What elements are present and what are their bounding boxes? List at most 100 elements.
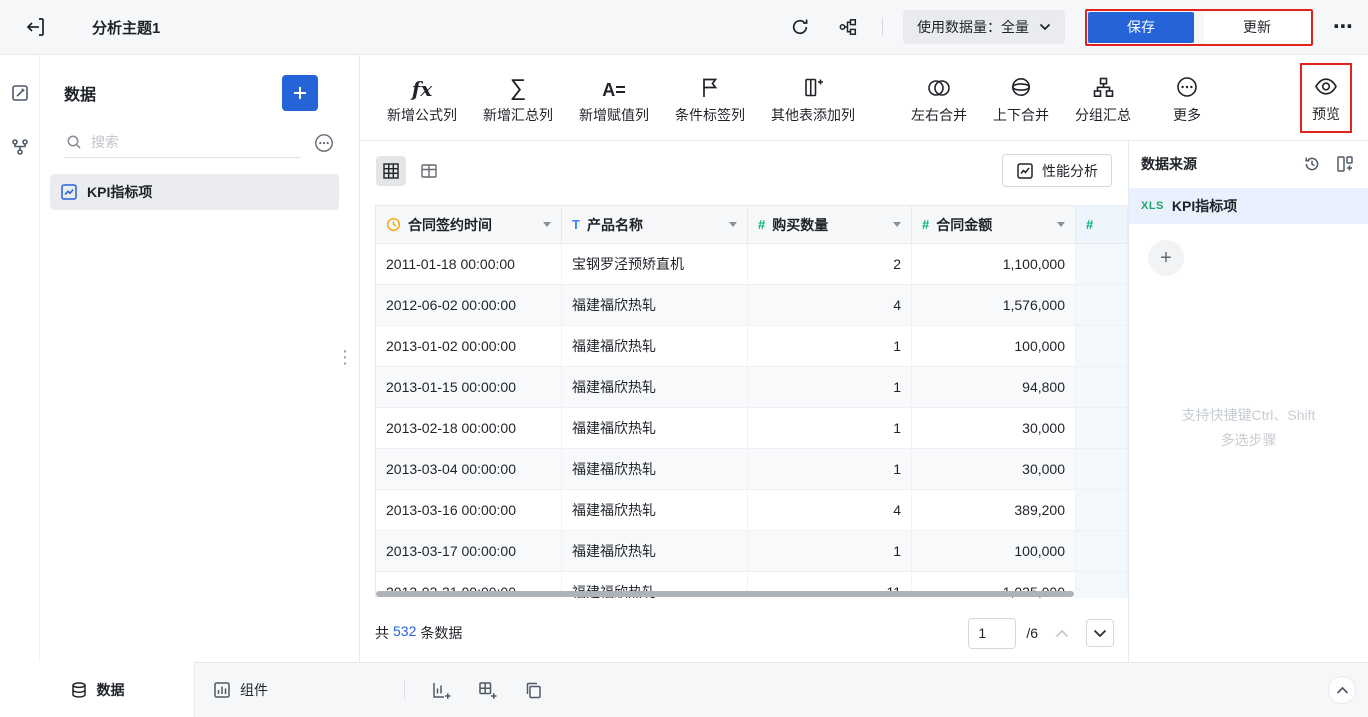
tool-add-assign-column[interactable]: A= 新增赋值列 [566,71,662,125]
search-input[interactable] [91,134,299,150]
sidebar-search-row [64,127,335,158]
number-type-icon: # [1086,217,1094,232]
cell-quantity: 4 [748,490,912,530]
data-volume-label: 使用数据量：全量 [917,19,1029,35]
column-header-amount[interactable]: # 合同金额 [912,206,1076,243]
data-volume-dropdown[interactable]: 使用数据量：全量 [903,10,1065,44]
data-table: 合同签约时间 T 产品名称 # 购买数量 # 合同金额 # 2011-01-18… [375,205,1128,598]
table-row[interactable]: 2013-01-02 00:00:00 福建福欣热轧 1 100,000 [376,326,1128,367]
cell-quantity: 2 [748,244,912,284]
column-label: 产品名称 [586,216,643,233]
column-label: 购买数量 [772,216,829,233]
flag-icon [703,78,718,97]
column-header-partial[interactable]: # [1076,206,1128,243]
table-row[interactable]: 2013-03-16 00:00:00 福建福欣热轧 4 389,200 [376,490,1128,531]
cell-product-name: 福建福欣热轧 [562,531,748,571]
add-chart-icon[interactable] [431,680,452,701]
header-more-icon[interactable]: ⋯ [1333,17,1354,37]
search-more-icon[interactable] [313,132,335,154]
cell-partial [1076,449,1128,489]
cell-quantity: 1 [748,449,912,489]
add-widget-icon[interactable] [477,680,498,701]
tool-preview[interactable]: 预览 [1308,70,1344,124]
tab-data-label: 数据 [96,681,125,698]
annotation-box-save-update: 保存 更新 [1085,8,1313,46]
tab-component-label: 组件 [240,682,268,698]
collapse-panel-button[interactable] [1328,676,1356,704]
sidebar-title: 数据 [64,87,97,104]
chevron-down-icon[interactable] [543,222,551,227]
card-view-button[interactable] [414,156,444,186]
tool-more[interactable]: 更多 [1160,71,1214,125]
tab-component[interactable]: 组件 [195,663,302,717]
view-toggle [376,155,444,186]
cell-amount: 100,000 [912,531,1076,571]
tab-data[interactable]: 数据 [0,662,195,717]
search-box[interactable] [64,127,301,158]
add-dataset-button[interactable] [282,75,318,111]
table-row[interactable]: 2013-02-18 00:00:00 福建福欣热轧 1 30,000 [376,408,1128,449]
table-row[interactable]: 2012-06-02 00:00:00 福建福欣热轧 4 1,576,000 [376,285,1128,326]
divider [404,680,405,700]
cell-contract-date: 2013-03-04 00:00:00 [376,449,562,489]
column-header-quantity[interactable]: # 购买数量 [748,206,912,243]
xls-file-icon: XLS [1141,200,1164,212]
cell-amount: 30,000 [912,408,1076,448]
chevron-down-icon [1039,23,1051,31]
source-step-kpi[interactable]: XLS KPI指标项 [1129,188,1368,224]
cell-contract-date: 2013-03-16 00:00:00 [376,490,562,530]
cell-product-name: 福建福欣热轧 [562,490,748,530]
exit-icon[interactable] [22,13,50,41]
add-step-button[interactable]: + [1148,240,1184,276]
table-row[interactable]: 2013-01-15 00:00:00 福建福欣热轧 1 94,800 [376,367,1128,408]
tool-add-formula-column[interactable]: fx 新增公式列 [374,71,470,125]
tool-union-top-bottom[interactable]: 上下合并 [980,71,1062,125]
date-type-icon [386,217,401,232]
tool-add-summary-column[interactable]: ∑ 新增汇总列 [470,71,566,125]
chevron-down-icon[interactable] [893,222,901,227]
horizontal-scrollbar[interactable] [376,591,1074,597]
layout-switch-icon[interactable] [1336,155,1354,173]
edit-note-icon[interactable] [10,83,30,103]
column-header-product-name[interactable]: T 产品名称 [562,206,748,243]
tool-group-summary[interactable]: 分组汇总 [1062,71,1144,125]
divider [882,18,883,36]
update-button[interactable]: 更新 [1204,11,1310,43]
cell-quantity: 1 [748,531,912,571]
chevron-down-icon[interactable] [729,222,737,227]
number-type-icon: # [758,217,766,232]
page-number-input[interactable] [968,617,1017,649]
tool-condition-tag-column[interactable]: 条件标签列 [662,71,758,125]
cell-contract-date: 2013-03-17 00:00:00 [376,531,562,571]
sidebar-resize-handle[interactable]: ⋮ [336,340,354,374]
chevron-down-icon [1093,629,1107,637]
page-down-button[interactable] [1086,619,1114,647]
save-button[interactable]: 保存 [1088,11,1194,43]
sigma-icon: ∑ [509,73,527,100]
tool-join-left-right[interactable]: 左右合并 [898,71,980,125]
flow-nodes-icon[interactable] [10,137,30,157]
tool-add-column-from-table[interactable]: 其他表添加列 [758,71,868,125]
table-row[interactable]: 2013-03-17 00:00:00 福建福欣热轧 1 100,000 [376,531,1128,572]
sidebar-item-kpi[interactable]: KPI指标项 [50,174,339,210]
bottom-quick-actions [431,663,544,717]
history-icon[interactable] [1303,155,1321,173]
grid-view-icon [383,162,399,179]
column-header-contract-date[interactable]: 合同签约时间 [376,206,562,243]
copy-icon[interactable] [523,680,544,701]
chevron-down-icon[interactable] [1057,222,1065,227]
table-row[interactable]: 2013-03-04 00:00:00 福建福欣热轧 1 30,000 [376,449,1128,490]
grid-view-button[interactable] [376,155,406,186]
cell-product-name: 福建福欣热轧 [562,367,748,407]
eye-icon [1315,77,1337,95]
table-row[interactable]: 2011-01-18 00:00:00 宝钢罗泾预矫直机 2 1,100,000 [376,244,1128,285]
cell-partial [1076,285,1128,325]
database-icon [71,681,86,698]
cell-product-name: 福建福欣热轧 [562,408,748,448]
chart-component-icon [214,682,230,698]
page-up-button[interactable] [1048,619,1076,647]
performance-analysis-button[interactable]: 性能分析 [1002,154,1112,187]
refresh-icon[interactable] [786,13,814,41]
cell-amount: 94,800 [912,367,1076,407]
lineage-icon[interactable] [834,13,862,41]
